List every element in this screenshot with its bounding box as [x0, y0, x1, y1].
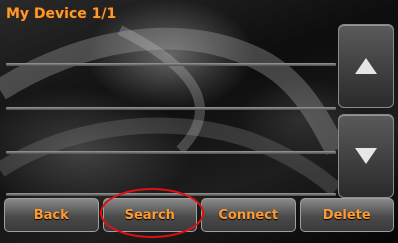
row-divider — [6, 63, 336, 66]
device-screen: My Device 1/1 Back Search Connect Delete — [0, 0, 398, 243]
scroll-up-button[interactable] — [338, 24, 394, 108]
page-title: My Device 1/1 — [6, 6, 117, 22]
row-divider — [6, 107, 336, 110]
list-item[interactable] — [0, 26, 336, 66]
device-list — [0, 26, 336, 196]
up-arrow-icon — [355, 58, 377, 74]
list-item[interactable] — [0, 70, 336, 110]
back-button[interactable]: Back — [4, 198, 99, 232]
connect-button[interactable]: Connect — [201, 198, 296, 232]
down-arrow-icon — [355, 148, 377, 164]
delete-button[interactable]: Delete — [299, 198, 394, 232]
highlight-circle — [100, 188, 204, 238]
row-divider — [6, 151, 336, 154]
list-item[interactable] — [0, 114, 336, 154]
scroll-down-button[interactable] — [338, 114, 394, 198]
